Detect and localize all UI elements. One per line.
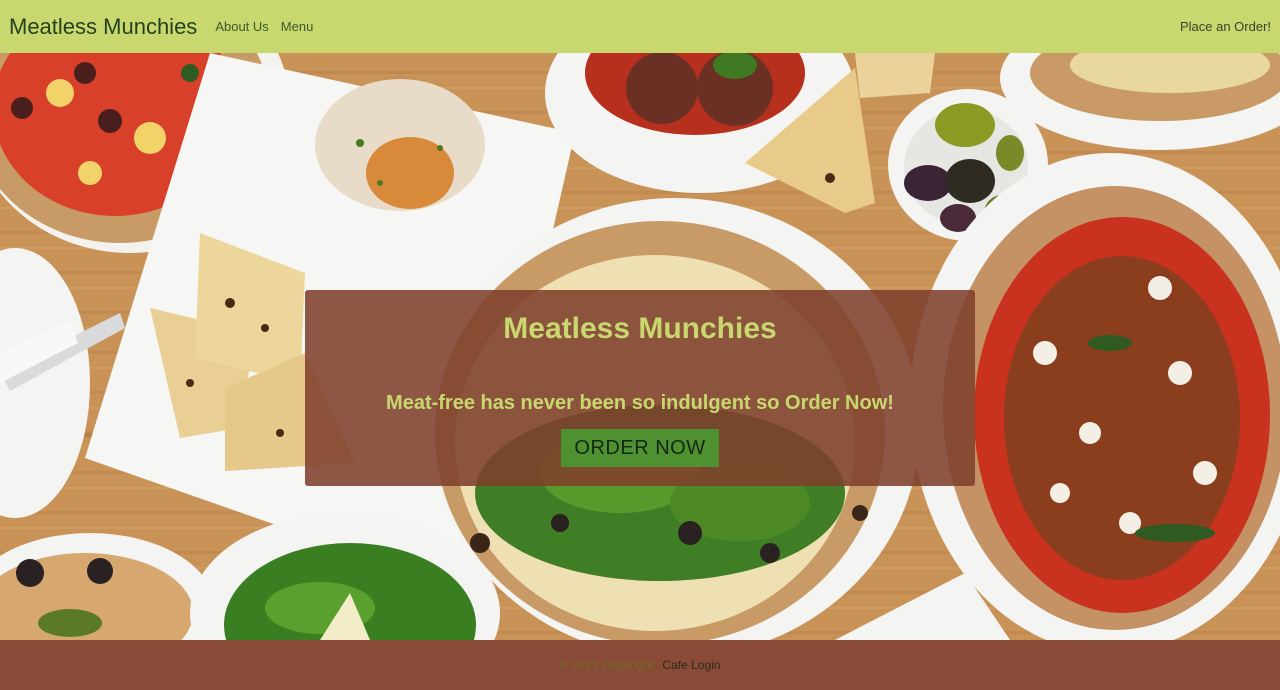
hero-title: Meatless Munchies (503, 312, 777, 345)
top-navbar: Meatless Munchies About Us Menu Place an… (0, 0, 1280, 53)
place-order-link[interactable]: Place an Order! (1180, 19, 1271, 34)
hero-overlay-card: Meatless Munchies Meat-free has never be… (305, 290, 975, 486)
nav-link-about-us[interactable]: About Us (215, 19, 268, 34)
cafe-login-link[interactable]: Cafe Login (662, 658, 720, 672)
footer: © 2023 Copyright: Cafe Login (0, 640, 1280, 690)
brand-link[interactable]: Meatless Munchies (9, 14, 197, 40)
order-now-button[interactable]: ORDER NOW (561, 429, 719, 467)
hero-tagline: Meat-free has never been so indulgent so… (386, 392, 894, 414)
copyright-text: © 2023 Copyright: (559, 658, 657, 672)
hero-section: Meatless Munchies Meat-free has never be… (0, 53, 1280, 640)
nav-link-menu[interactable]: Menu (281, 19, 314, 34)
